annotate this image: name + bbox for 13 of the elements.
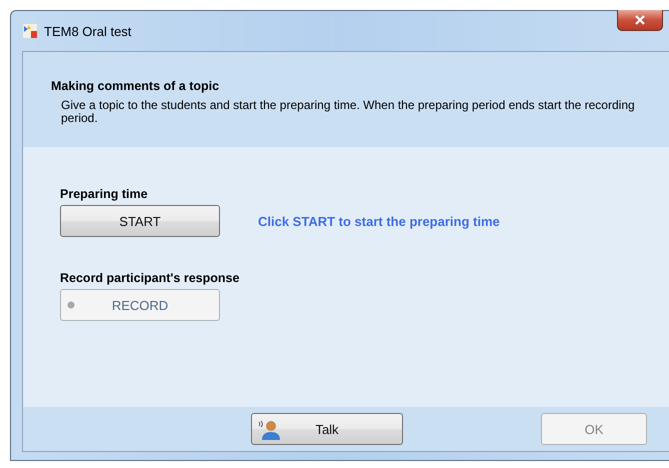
app-logo-icon [22,23,38,39]
close-icon [635,15,645,25]
section-title: Making comments of a topic [51,79,220,93]
status-light-icon [67,301,75,309]
field-label: Record participant's response [60,271,240,285]
talk-button[interactable]: Talk [251,413,403,445]
person-speaking-icon [258,418,282,440]
window-title: TEM8 Oral test [44,24,132,38]
close-button[interactable] [617,10,663,31]
hint-text: Click START to start the preparing time [258,214,500,228]
field-label: Preparing time [60,187,149,201]
start-button[interactable]: START [60,205,220,237]
description-text: Give a topic to the students and start the preparing time. When the preparing period ends start the recording period. [60,99,636,126]
